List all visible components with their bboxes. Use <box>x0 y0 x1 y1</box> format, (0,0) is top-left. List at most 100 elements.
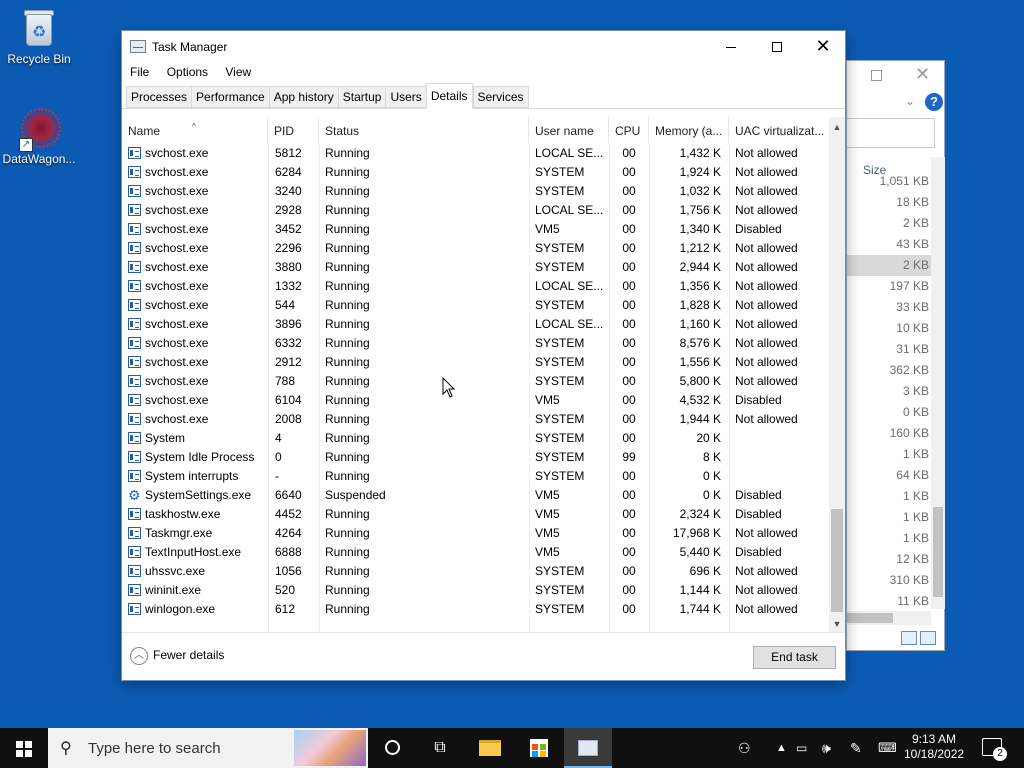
table-row[interactable]: svchost.exe 544 Running SYSTEM 00 1,828 K Not … <box>122 296 829 315</box>
table-row[interactable]: taskhostw.exe 4452 Running VM5 00 2,324 K Disa… <box>122 505 829 524</box>
tab-users[interactable]: Users <box>385 86 426 108</box>
table-row[interactable]: svchost.exe 2296 Running SYSTEM 00 1,212 K Not… <box>122 239 829 258</box>
list-item[interactable]: 1 KB <box>847 486 931 507</box>
action-center-button[interactable]: 2 <box>982 738 1007 761</box>
table-row[interactable]: System Idle Process 0 Running SYSTEM 99 8 K <box>122 448 829 467</box>
file-explorer-taskbar-button[interactable] <box>466 728 514 768</box>
help-icon[interactable]: ? <box>925 93 943 111</box>
list-item[interactable]: 1,051 KB <box>847 171 931 192</box>
table-row[interactable]: uhssvc.exe 1056 Running SYSTEM 00 696 K Not al… <box>122 562 829 581</box>
column-header-name[interactable]: Name ^ <box>122 117 268 143</box>
table-row[interactable]: svchost.exe 5812 Running LOCAL SE... 00 1,432… <box>122 144 829 163</box>
large-icons-view-icon[interactable] <box>920 631 936 645</box>
list-item[interactable]: 11 KB <box>847 591 931 612</box>
list-item[interactable]: 31 KB <box>847 339 931 360</box>
list-item[interactable]: 18 KB <box>847 192 931 213</box>
list-item[interactable]: 2 KB <box>847 255 931 276</box>
desktop-icon-recycle-bin[interactable]: ♻ Recycle Bin <box>1 8 77 66</box>
title-bar[interactable]: Task Manager ✕ <box>122 31 845 63</box>
chevron-down-icon[interactable]: ⌄ <box>905 94 915 108</box>
list-item[interactable]: 2 KB <box>847 213 931 234</box>
list-item[interactable]: 1 KB <box>847 444 931 465</box>
network-icon[interactable]: ▭ <box>796 728 807 768</box>
scrollbar-thumb[interactable] <box>933 507 943 597</box>
list-item[interactable]: 1 KB <box>847 528 931 549</box>
list-item[interactable]: 10 KB <box>847 318 931 339</box>
maximize-button[interactable] <box>871 70 882 81</box>
volume-icon[interactable]: 🕪 <box>822 728 831 768</box>
horizontal-scrollbar[interactable] <box>847 611 931 625</box>
menu-view[interactable]: View <box>225 63 251 81</box>
end-task-button[interactable]: End task <box>753 646 836 669</box>
table-row[interactable]: svchost.exe 6284 Running SYSTEM 00 1,924 K Not… <box>122 163 829 182</box>
tab-processes[interactable]: Processes <box>126 86 192 108</box>
table-row[interactable]: svchost.exe 6104 Running VM5 00 4,532 K Disabl… <box>122 391 829 410</box>
address-bar[interactable] <box>847 118 935 148</box>
column-header-user-name[interactable]: User name <box>529 117 609 143</box>
tab-services[interactable]: Services <box>472 86 529 108</box>
desktop-icon-datawagon[interactable]: ↗ DataWagon... <box>1 108 77 166</box>
list-item[interactable]: 3 KB <box>847 381 931 402</box>
column-header-cpu[interactable]: CPU <box>609 117 649 143</box>
fewer-details-link[interactable]: ︿ Fewer details <box>130 647 224 665</box>
maximize-button[interactable] <box>754 31 800 61</box>
column-header-status[interactable]: Status <box>319 117 529 143</box>
table-row[interactable]: svchost.exe 2928 Running LOCAL SE... 00 1,756… <box>122 201 829 220</box>
table-row[interactable]: svchost.exe 788 Running SYSTEM 00 5,800 K Not … <box>122 372 829 391</box>
table-row[interactable]: svchost.exe 3896 Running LOCAL SE... 00 1,160… <box>122 315 829 334</box>
table-row[interactable]: winlogon.exe 612 Running SYSTEM 00 1,744 K Not… <box>122 600 829 619</box>
list-item[interactable]: 362 KB <box>847 360 931 381</box>
table-row[interactable]: wininit.exe 520 Running SYSTEM 00 1,144 K Not … <box>122 581 829 600</box>
tab-startup[interactable]: Startup <box>337 86 386 108</box>
column-header-uac[interactable]: UAC virtualizat... <box>729 117 829 143</box>
list-item[interactable]: 43 KB <box>847 234 931 255</box>
close-button[interactable]: ✕ <box>800 31 846 61</box>
table-row[interactable]: svchost.exe 6332 Running SYSTEM 00 8,576 K Not… <box>122 334 829 353</box>
list-item[interactable]: 64 KB <box>847 465 931 486</box>
table-row[interactable]: svchost.exe 3452 Running VM5 00 1,340 K Disabl… <box>122 220 829 239</box>
tab-details[interactable]: Details <box>425 83 473 109</box>
pen-workspace-icon[interactable]: ✎ <box>850 728 862 768</box>
table-row[interactable]: svchost.exe 3880 Running SYSTEM 00 2,944 K Not… <box>122 258 829 277</box>
clock[interactable]: 9:13 AM 10/18/2022 <box>904 732 964 762</box>
tab-app-history[interactable]: App history <box>268 86 338 108</box>
show-hidden-icons-chevron-icon[interactable]: ▲ <box>776 728 787 768</box>
minimize-button[interactable] <box>708 31 754 61</box>
table-row[interactable]: Taskmgr.exe 4264 Running VM5 00 17,968 K Not a… <box>122 524 829 543</box>
table-row[interactable]: System 4 Running SYSTEM 00 20 K <box>122 429 829 448</box>
list-item[interactable]: 197 KB <box>847 276 931 297</box>
table-row[interactable]: svchost.exe 2008 Running SYSTEM 00 1,944 K Not… <box>122 410 829 429</box>
start-button[interactable] <box>0 728 48 768</box>
table-row[interactable]: TextInputHost.exe 6888 Running VM5 00 5,440 K… <box>122 543 829 562</box>
menu-file[interactable]: File <box>130 63 149 81</box>
details-view-icon[interactable] <box>901 631 917 645</box>
task-manager-taskbar-button[interactable] <box>564 728 612 768</box>
table-row[interactable]: svchost.exe 1332 Running LOCAL SE... 00 1,356… <box>122 277 829 296</box>
table-row[interactable]: ⚙ SystemSettings.exe 6640 Suspended VM5 00 0 K… <box>122 486 829 505</box>
scroll-down-icon[interactable]: ▼ <box>829 616 845 632</box>
keyboard-icon[interactable]: ⌨ <box>878 728 897 768</box>
table-row[interactable]: svchost.exe 2912 Running SYSTEM 00 1,556 K Not… <box>122 353 829 372</box>
vertical-scrollbar[interactable]: ▲ ▼ <box>829 117 845 632</box>
list-item[interactable]: 1 KB <box>847 507 931 528</box>
people-icon[interactable]: ⚇ <box>738 728 751 768</box>
scroll-up-icon[interactable]: ▲ <box>829 119 845 135</box>
column-header-pid[interactable]: PID <box>268 117 319 143</box>
task-view-button[interactable]: ⧉ <box>416 728 464 768</box>
table-row[interactable]: System interrupts - Running SYSTEM 00 0 K <box>122 467 829 486</box>
cortana-button[interactable] <box>368 728 416 768</box>
background-explorer-window[interactable]: ✕ ⌄ ? Size 1,051 KB 18 KB 2 KB 43 KB 2 KB 197… <box>846 60 945 651</box>
close-button[interactable]: ✕ <box>915 64 930 85</box>
taskbar-search-box[interactable]: ⚲ Type here to search <box>48 728 368 768</box>
menu-options[interactable]: Options <box>167 63 208 81</box>
list-item[interactable]: 160 KB <box>847 423 931 444</box>
list-item[interactable]: 12 KB <box>847 549 931 570</box>
table-row[interactable]: svchost.exe 3240 Running SYSTEM 00 1,032 K Not… <box>122 182 829 201</box>
list-item[interactable]: 310 KB <box>847 570 931 591</box>
scrollbar-thumb[interactable] <box>831 509 843 612</box>
scrollbar-thumb[interactable] <box>847 613 893 623</box>
column-header-memory[interactable]: Memory (a... <box>649 117 729 143</box>
vertical-scrollbar[interactable] <box>931 157 945 609</box>
list-item[interactable]: 0 KB <box>847 402 931 423</box>
tab-performance[interactable]: Performance <box>191 86 269 108</box>
